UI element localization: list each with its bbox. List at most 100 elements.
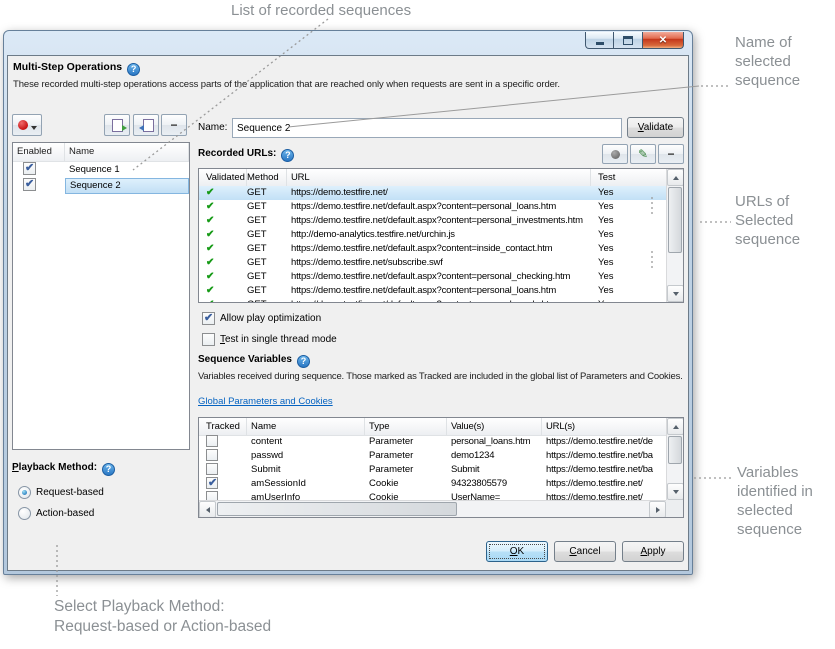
radio-icon[interactable] [18,486,31,499]
variable-type: Parameter [365,449,447,463]
screenshot-page: List of recorded sequences Name of selec… [0,0,835,649]
remove-sequence-button[interactable]: − [161,114,187,136]
column-header-url[interactable]: URL [287,169,591,186]
export-sequence-button[interactable] [104,114,130,136]
validated-check-icon [206,229,214,240]
sequence-enabled-checkbox[interactable] [23,178,36,191]
single-thread-option[interactable]: Test in single thread mode [202,333,337,346]
urls-table-body: GET https://demo.testfire.net/ Yes GET h… [199,186,666,302]
playback-option-label: Action-based [36,508,94,519]
recorded-url-row[interactable]: GET https://demo.testfire.net/default.as… [199,214,666,228]
annotation-selected-variables: Variables identified in selected sequenc… [737,463,832,539]
url-method: GET [247,284,287,298]
record-sequence-button[interactable] [12,114,42,136]
apply-button[interactable]: Apply [622,541,684,562]
window-titlebar[interactable]: ✕ [7,34,689,55]
scrollbar-thumb[interactable] [668,436,682,464]
variable-values: personal_loans.htm [447,435,542,449]
variables-vertical-scrollbar[interactable] [666,418,683,500]
single-thread-label: Test in single thread mode [220,334,337,345]
scroll-left-button[interactable] [199,501,216,518]
sequence-list: Enabled Name Sequence 1 Sequence 2 [12,142,190,450]
column-header-method[interactable]: Method [247,169,287,186]
record-url-button[interactable] [602,144,628,164]
column-header-validated[interactable]: Validated [199,169,247,186]
variable-row[interactable]: amUserInfo Cookie UserName= https://demo… [199,491,666,500]
remove-url-button[interactable]: − [658,144,684,164]
tracked-checkbox[interactable] [206,491,218,500]
tracked-checkbox[interactable] [206,477,218,489]
ok-button[interactable]: OK [486,541,548,562]
sequence-list-row[interactable]: Sequence 1 [13,162,189,178]
import-sequence-button[interactable] [133,114,159,136]
allow-play-optimization-option[interactable]: Allow play optimization [202,312,321,325]
allow-play-checkbox[interactable] [202,312,215,325]
arrow-down-icon [673,292,679,296]
scroll-right-button[interactable] [649,501,666,518]
tracked-checkbox[interactable] [206,435,218,447]
help-icon[interactable]: ? [127,63,140,76]
sequence-list-row[interactable]: Sequence 2 [13,178,189,194]
url-text: https://demo.testfire.net/default.aspx?c… [287,284,591,298]
variable-row[interactable]: amSessionId Cookie 94323805579 https://d… [199,477,666,491]
recorded-url-row[interactable]: GET https://demo.testfire.net/subscribe.… [199,256,666,270]
url-method: GET [247,214,287,228]
variable-row[interactable]: content Parameter personal_loans.htm htt… [199,435,666,449]
sequence-name-input[interactable] [232,118,622,138]
sequence-enabled-checkbox[interactable] [23,162,36,175]
column-header-values[interactable]: Value(s) [447,418,542,435]
recorded-url-row[interactable]: GET https://demo.testfire.net/default.as… [199,200,666,214]
column-header-test[interactable]: Test [591,169,666,186]
recorded-url-row[interactable]: GET https://demo.testfire.net/default.as… [199,284,666,298]
tracked-checkbox[interactable] [206,449,218,461]
tracked-cell [199,449,247,463]
minimize-button[interactable] [585,32,614,49]
help-icon[interactable]: ? [297,355,310,368]
variable-name: content [247,435,365,449]
radio-icon[interactable] [18,507,31,520]
cancel-button[interactable]: Cancel [554,541,616,562]
validate-button[interactable]: Validate [627,117,684,138]
scroll-down-button[interactable] [667,483,684,500]
scroll-up-button[interactable] [667,169,684,186]
url-test-value: Yes [591,298,666,302]
playback-option[interactable]: Request-based [18,482,104,503]
scrollbar-thumb[interactable] [668,187,682,253]
column-header-urls[interactable]: URL(s) [542,418,666,435]
scroll-up-button[interactable] [667,418,684,435]
variable-row[interactable]: passwd Parameter demo1234 https://demo.t… [199,449,666,463]
url-method: GET [247,270,287,284]
column-header-tracked[interactable]: Tracked [199,418,247,435]
variable-urls: https://demo.testfire.net/ba [542,463,666,477]
url-text: https://demo.testfire.net/default.aspx?c… [287,200,591,214]
playback-option[interactable]: Action-based [18,503,104,524]
variable-name: amUserInfo [247,491,365,500]
tracked-checkbox[interactable] [206,463,218,475]
help-icon[interactable]: ? [102,463,115,476]
recorded-url-row[interactable]: GET https://demo.testfire.net/ Yes [199,186,666,200]
sequence-name-cell[interactable]: Sequence 1 [65,162,189,178]
column-header-name[interactable]: Name [247,418,365,435]
maximize-button[interactable] [614,32,642,49]
variable-row[interactable]: Submit Parameter Submit https://demo.tes… [199,463,666,477]
recorded-url-row[interactable]: GET https://demo.testfire.net/default.as… [199,242,666,256]
recorded-url-row[interactable]: GET https://demo.testfire.net/default.as… [199,298,666,302]
edit-url-button[interactable]: ✎ [630,144,656,164]
close-button[interactable]: ✕ [642,32,684,49]
global-parameters-link[interactable]: Global Parameters and Cookies [198,396,333,407]
column-header-name[interactable]: Name [65,143,189,161]
recorded-url-row[interactable]: GET https://demo.testfire.net/default.as… [199,270,666,284]
help-icon[interactable]: ? [281,149,294,162]
column-header-enabled[interactable]: Enabled [13,143,65,161]
sequence-name-cell[interactable]: Sequence 2 [65,178,189,194]
validated-check-icon [206,299,214,302]
multi-step-operations-window: ✕ Multi-Step Operations? These recorded … [3,30,693,575]
recorded-url-row[interactable]: GET http://demo-analytics.testfire.net/u… [199,228,666,242]
scrollbar-thumb[interactable] [217,502,457,516]
variables-horizontal-scrollbar[interactable] [199,500,666,517]
urls-vertical-scrollbar[interactable] [666,169,683,302]
scroll-down-button[interactable] [667,285,684,302]
single-thread-checkbox[interactable] [202,333,215,346]
column-header-type[interactable]: Type [365,418,447,435]
name-label: Name: [198,122,227,133]
